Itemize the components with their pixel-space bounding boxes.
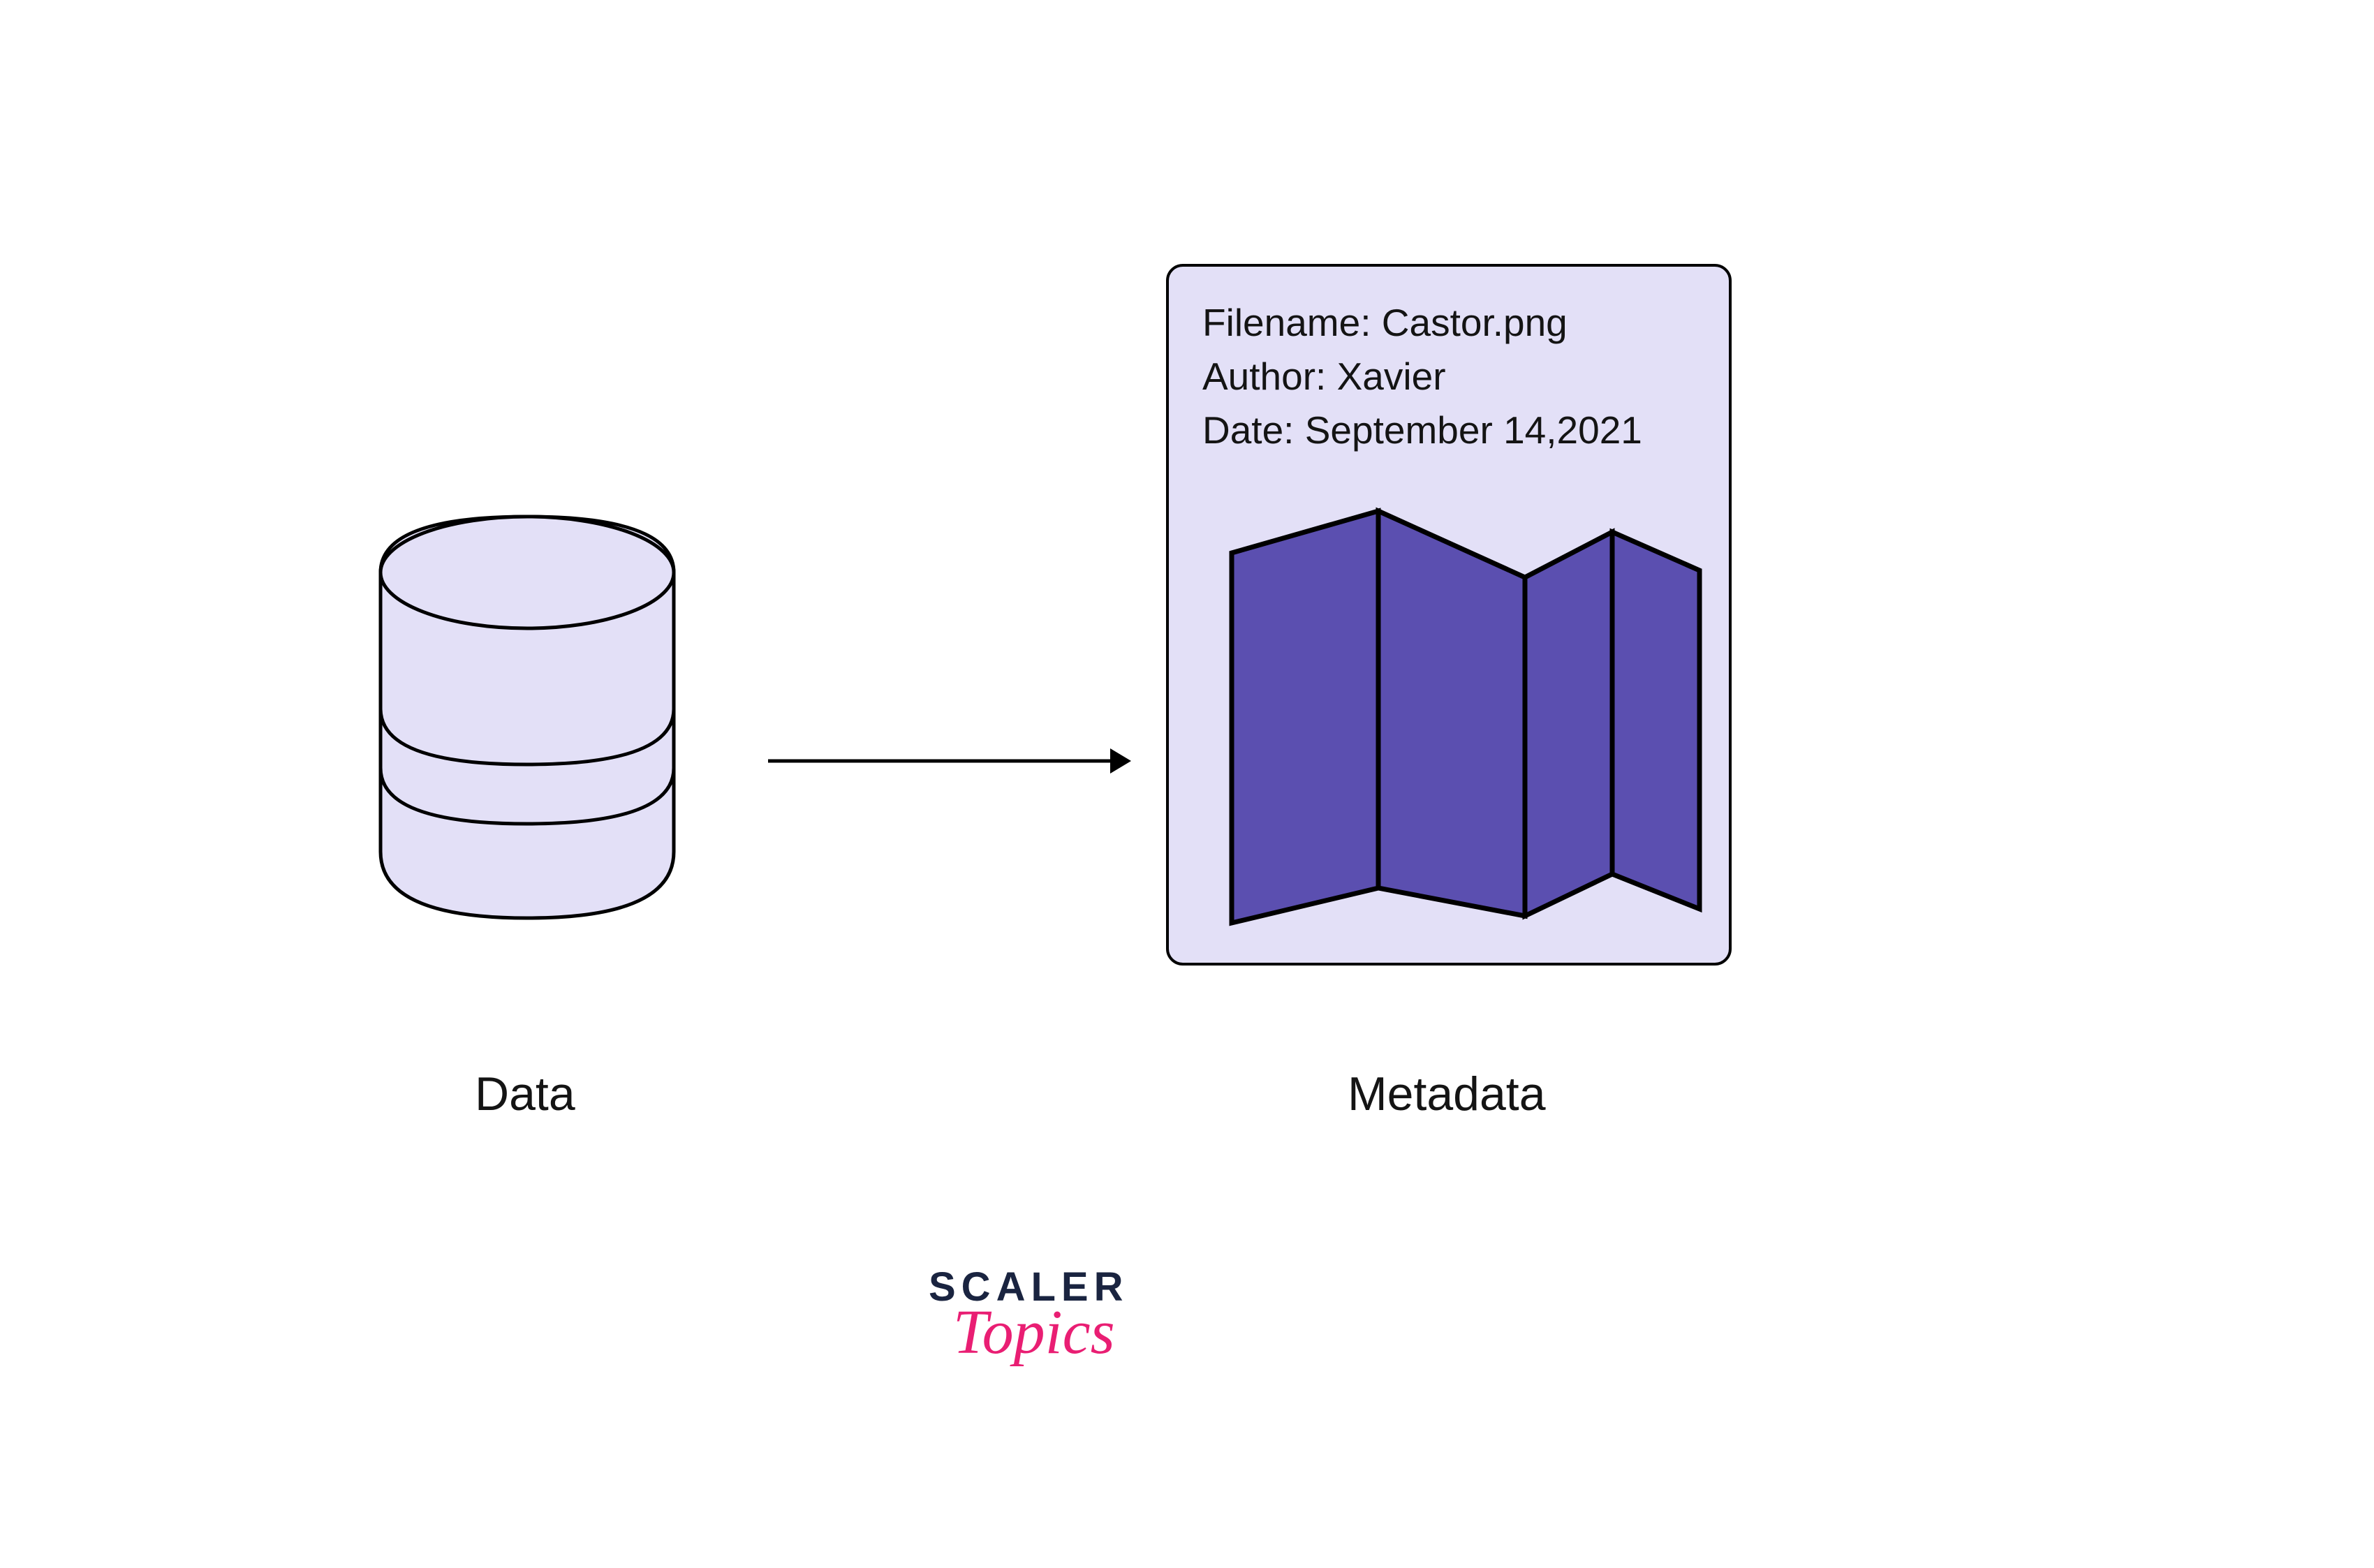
metadata-author: Author: Xavier	[1202, 350, 1695, 404]
filename-value: Castor.png	[1382, 301, 1568, 344]
metadata-filename: Filename: Castor.png	[1202, 296, 1695, 350]
brand-logo: SCALER Topics	[929, 1264, 1128, 1368]
database-icon	[377, 513, 677, 929]
data-label: Data	[475, 1067, 575, 1121]
arrow-icon	[768, 740, 1131, 785]
metadata-date: Date: September 14,2021	[1202, 404, 1695, 457]
filename-label: Filename:	[1202, 301, 1371, 344]
author-value: Xavier	[1337, 355, 1446, 398]
author-label: Author:	[1202, 355, 1326, 398]
brand-topics-text: Topics	[939, 1296, 1128, 1368]
metadata-card: Filename: Castor.png Author: Xavier Date…	[1166, 264, 1732, 966]
date-value: September 14,2021	[1305, 408, 1642, 452]
diagram-canvas: Filename: Castor.png Author: Xavier Date…	[0, 0, 2374, 1568]
metadata-label: Metadata	[1348, 1067, 1546, 1121]
date-label: Date:	[1202, 408, 1294, 452]
folded-map-icon	[1225, 483, 1706, 933]
